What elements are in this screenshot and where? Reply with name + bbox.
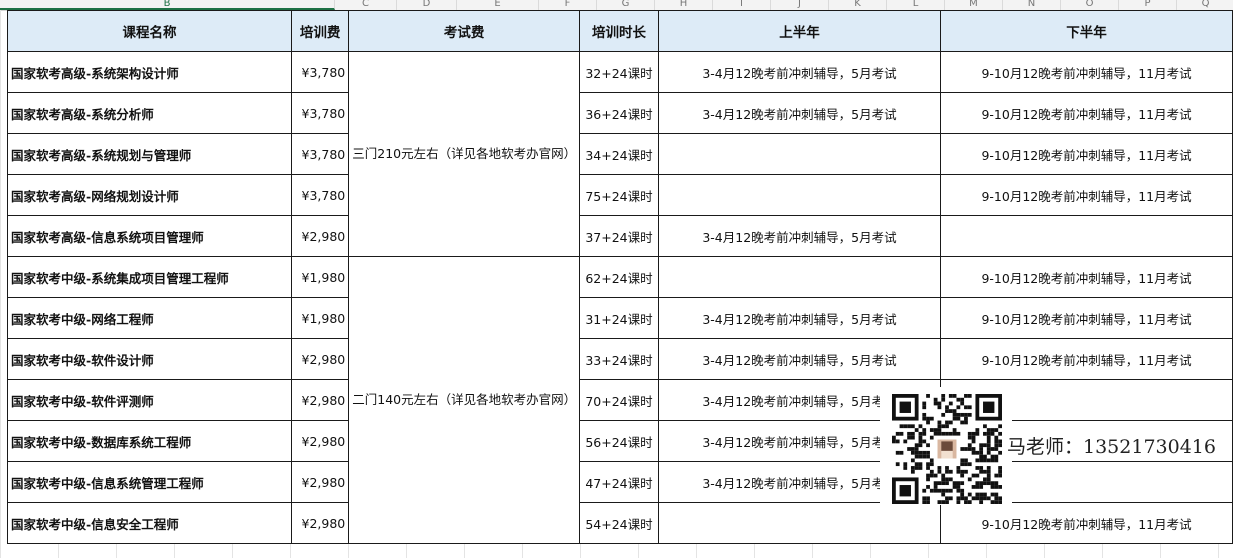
second-half-cell[interactable] <box>940 215 1233 257</box>
first-half-cell[interactable]: 3-4月12晚考前冲刺辅导，5月考试 <box>657 297 942 339</box>
column-header-N[interactable]: N <box>1003 0 1061 10</box>
header-training-fee[interactable]: 培训费 <box>290 10 350 52</box>
duration-cell[interactable]: 54+24课时 <box>579 502 659 544</box>
course-name-cell[interactable]: 国家软考中级-信息安全工程师 <box>7 502 292 544</box>
training-fee-cell[interactable]: ¥3,780 <box>290 51 350 93</box>
first-half-cell[interactable] <box>657 133 942 175</box>
duration-cell[interactable]: 37+24课时 <box>579 215 659 257</box>
second-half-cell[interactable]: 9-10月12晚考前冲刺辅导，11月考试 <box>940 297 1233 339</box>
first-half-cell[interactable] <box>657 174 942 216</box>
duration-cell[interactable]: 34+24课时 <box>579 133 659 175</box>
column-header-E[interactable]: E <box>457 0 539 10</box>
course-name-cell[interactable]: 国家软考中级-系统集成项目管理工程师 <box>7 256 292 298</box>
column-header-H[interactable]: H <box>655 0 713 10</box>
first-half-cell[interactable] <box>657 256 942 298</box>
training-fee-cell[interactable]: ¥3,780 <box>290 92 350 134</box>
column-header-Q[interactable]: Q <box>1177 0 1233 10</box>
header-first-half[interactable]: 上半年 <box>657 10 942 52</box>
course-name-cell[interactable]: 国家软考中级-软件评测师 <box>7 379 292 421</box>
table-row: 国家软考高级-信息系统项目管理师 ¥2,980 37+24课时 3-4月12晚考前冲刺… <box>7 215 1233 257</box>
table-row: 国家软考中级-系统集成项目管理工程师 ¥1,980 二门140元左右（详见各地软考办… <box>7 256 1233 544</box>
duration-cell[interactable]: 36+24课时 <box>579 92 659 134</box>
header-exam-fee[interactable]: 考试费 <box>348 10 581 52</box>
table-row: 国家软考高级-系统规划与管理师 ¥3,780 34+24课时 9-10月12晚考前冲刺… <box>7 133 1233 175</box>
exam-fee-merged-cell[interactable]: 三门210元左右（详见各地软考办官网） <box>348 51 581 257</box>
course-name-cell[interactable]: 国家软考高级-系统规划与管理师 <box>7 133 292 175</box>
duration-cell[interactable]: 62+24课时 <box>579 256 659 298</box>
table-row: 国家软考中级-信息安全工程师 ¥2,980 54+24课时 9-10月12晚考前冲刺辅… <box>7 502 1233 544</box>
column-header-M[interactable]: M <box>945 0 1003 10</box>
header-second-half[interactable]: 下半年 <box>940 10 1233 52</box>
first-half-cell[interactable]: 3-4月12晚考前冲刺辅导，5月考试 <box>657 51 942 93</box>
table-row: 国家软考高级-系统架构设计师 ¥3,780 三门210元左右（详见各地软考办官网） 3… <box>7 51 1233 257</box>
course-name-cell[interactable]: 国家软考中级-软件设计师 <box>7 338 292 380</box>
course-name-cell[interactable]: 国家软考高级-系统分析师 <box>7 92 292 134</box>
table-row: 国家软考高级-网络规划设计师 ¥3,780 75+24课时 9-10月12晚考前冲刺辅… <box>7 174 1233 216</box>
table-row: 国家软考中级-网络工程师 ¥1,980 31+24课时 3-4月12晚考前冲刺辅导，5… <box>7 297 1233 339</box>
second-half-cell[interactable]: 9-10月12晚考前冲刺辅导，11月考试 <box>940 502 1233 544</box>
qr-code-panel <box>880 387 1012 505</box>
contact-info: 马老师：13521730416 <box>1007 436 1216 458</box>
second-half-cell[interactable]: 9-10月12晚考前冲刺辅导，11月考试 <box>940 133 1233 175</box>
second-half-cell[interactable]: 9-10月12晚考前冲刺辅导，11月考试 <box>940 256 1233 298</box>
first-half-cell[interactable]: 3-4月12晚考前冲刺辅导，5月考试 <box>657 215 942 257</box>
column-header-G[interactable]: G <box>597 0 655 10</box>
header-course[interactable]: 课程名称 <box>7 10 292 52</box>
training-fee-cell[interactable]: ¥2,980 <box>290 502 350 544</box>
second-half-cell[interactable]: 9-10月12晚考前冲刺辅导，11月考试 <box>940 92 1233 134</box>
training-fee-cell[interactable]: ¥1,980 <box>290 297 350 339</box>
course-name-cell[interactable]: 国家软考高级-网络规划设计师 <box>7 174 292 216</box>
duration-cell[interactable]: 32+24课时 <box>579 51 659 93</box>
duration-cell[interactable]: 56+24课时 <box>579 420 659 462</box>
training-fee-cell[interactable]: ¥3,780 <box>290 133 350 175</box>
duration-cell[interactable]: 47+24课时 <box>579 461 659 503</box>
column-header-B[interactable]: B <box>0 0 335 10</box>
course-name-cell[interactable]: 国家软考高级-系统架构设计师 <box>7 51 292 93</box>
table-row: 国家软考中级-信息系统管理工程师 ¥2,980 47+24课时 3-4月12晚考前冲刺… <box>7 461 1233 503</box>
course-name-cell[interactable]: 国家软考中级-网络工程师 <box>7 297 292 339</box>
training-fee-cell[interactable]: ¥2,980 <box>290 420 350 462</box>
column-header-C[interactable]: C <box>335 0 397 10</box>
exam-fee-merged-cell[interactable]: 二门140元左右（详见各地软考办官网） <box>348 256 581 544</box>
second-half-cell[interactable]: 9-10月12晚考前冲刺辅导，11月考试 <box>940 174 1233 216</box>
duration-cell[interactable]: 33+24课时 <box>579 338 659 380</box>
second-half-cell[interactable]: 9-10月12晚考前冲刺辅导，11月考试 <box>940 338 1233 380</box>
table-header-row: 课程名称 培训费 考试费 培训时长 上半年 下半年 <box>7 10 1233 52</box>
column-header-L[interactable]: L <box>887 0 945 10</box>
duration-cell[interactable]: 75+24课时 <box>579 174 659 216</box>
second-half-cell[interactable]: 9-10月12晚考前冲刺辅导，11月考试 <box>940 51 1233 93</box>
first-half-cell[interactable] <box>657 502 942 544</box>
column-header-D[interactable]: D <box>397 0 457 10</box>
training-fee-cell[interactable]: ¥3,780 <box>290 174 350 216</box>
duration-cell[interactable]: 31+24课时 <box>579 297 659 339</box>
column-header-I[interactable]: I <box>713 0 771 10</box>
duration-cell[interactable]: 70+24课时 <box>579 379 659 421</box>
training-fee-cell[interactable]: ¥2,980 <box>290 379 350 421</box>
table-row: 国家软考高级-系统分析师 ¥3,780 36+24课时 3-4月12晚考前冲刺辅导，5… <box>7 92 1233 134</box>
column-header-P[interactable]: P <box>1119 0 1177 10</box>
column-header-J[interactable]: J <box>771 0 829 10</box>
training-fee-cell[interactable]: ¥2,980 <box>290 215 350 257</box>
column-header-F[interactable]: F <box>539 0 597 10</box>
course-table: 课程名称 培训费 考试费 培训时长 上半年 下半年 国家软考高级-系统架构设计师… <box>7 10 1233 544</box>
course-name-cell[interactable]: 国家软考高级-信息系统项目管理师 <box>7 215 292 257</box>
table-row: 国家软考中级-软件设计师 ¥2,980 33+24课时 3-4月12晚考前冲刺辅导，5… <box>7 338 1233 380</box>
first-half-cell[interactable]: 3-4月12晚考前冲刺辅导，5月考试 <box>657 92 942 134</box>
table-row: 国家软考中级-软件评测师 ¥2,980 70+24课时 3-4月12晚考前冲刺辅导，5… <box>7 379 1233 421</box>
first-half-cell[interactable]: 3-4月12晚考前冲刺辅导，5月考试 <box>657 338 942 380</box>
column-header-O[interactable]: O <box>1061 0 1119 10</box>
course-name-cell[interactable]: 国家软考中级-信息系统管理工程师 <box>7 461 292 503</box>
column-header-K[interactable]: K <box>829 0 887 10</box>
qr-code-icon <box>892 394 1002 504</box>
training-fee-cell[interactable]: ¥2,980 <box>290 461 350 503</box>
header-duration[interactable]: 培训时长 <box>579 10 659 52</box>
training-fee-cell[interactable]: ¥2,980 <box>290 338 350 380</box>
training-fee-cell[interactable]: ¥1,980 <box>290 256 350 298</box>
course-name-cell[interactable]: 国家软考中级-数据库系统工程师 <box>7 420 292 462</box>
